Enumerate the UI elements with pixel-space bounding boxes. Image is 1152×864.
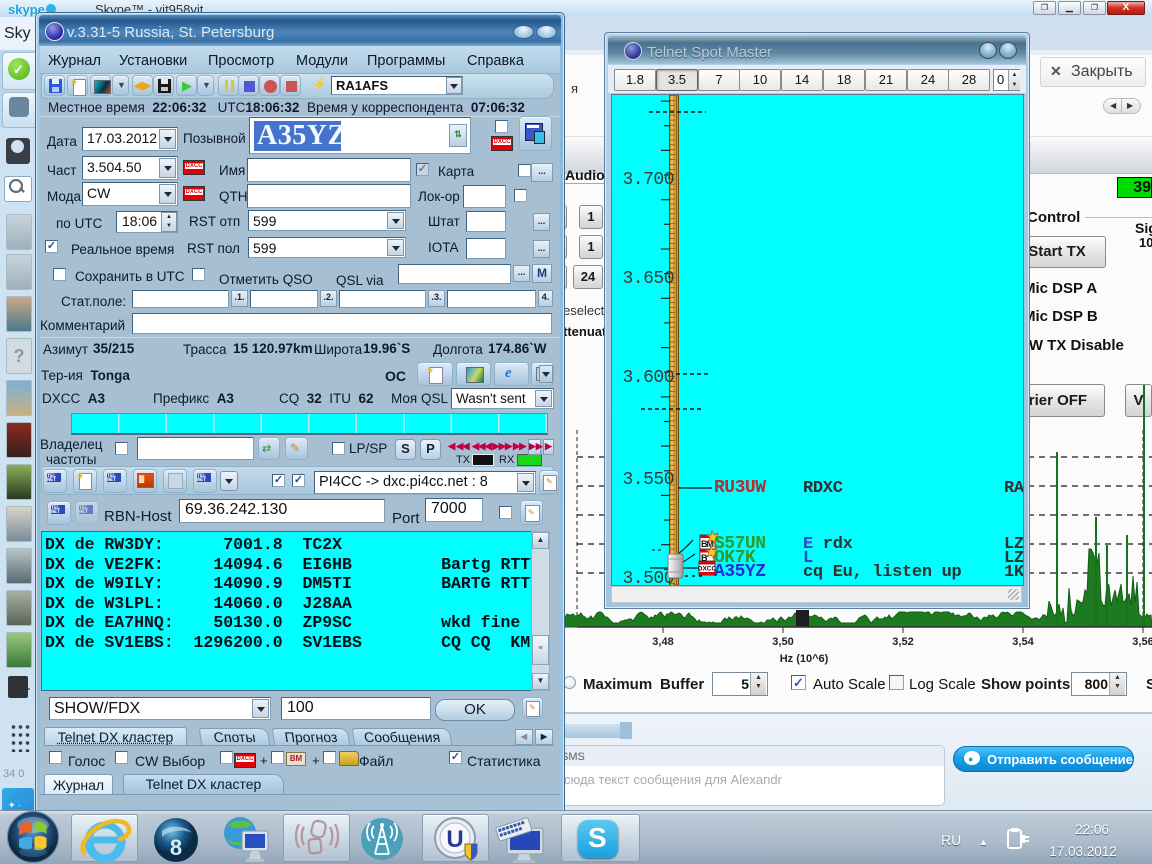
svg-text:3.600: 3.600: [622, 368, 674, 388]
svg-text:3.700: 3.700: [622, 170, 674, 190]
svg-text:RU3UW: RU3UW: [714, 478, 766, 498]
svg-text:3,54: 3,54: [1012, 636, 1034, 648]
svg-text:RA: RA: [1004, 479, 1024, 498]
svg-text:RDXC: RDXC: [803, 479, 843, 498]
svg-text:3.550: 3.550: [622, 470, 674, 490]
svg-text:3,56: 3,56: [1132, 636, 1152, 648]
svg-text:3.500: 3.500: [622, 569, 674, 586]
svg-text:3,48: 3,48: [652, 636, 673, 648]
svg-text:3,50: 3,50: [772, 636, 793, 648]
svg-text:1K: 1K: [1004, 563, 1024, 582]
svg-text:Hz (10^6): Hz (10^6): [780, 653, 829, 665]
svg-text:8: 8: [170, 835, 182, 860]
svg-text:3,52: 3,52: [892, 636, 913, 648]
svg-text:3.650: 3.650: [622, 269, 674, 289]
svg-text:A35YZ: A35YZ: [714, 562, 766, 582]
svg-text:cq Eu, listen up: cq Eu, listen up: [803, 563, 962, 582]
svg-text:U: U: [446, 826, 463, 853]
